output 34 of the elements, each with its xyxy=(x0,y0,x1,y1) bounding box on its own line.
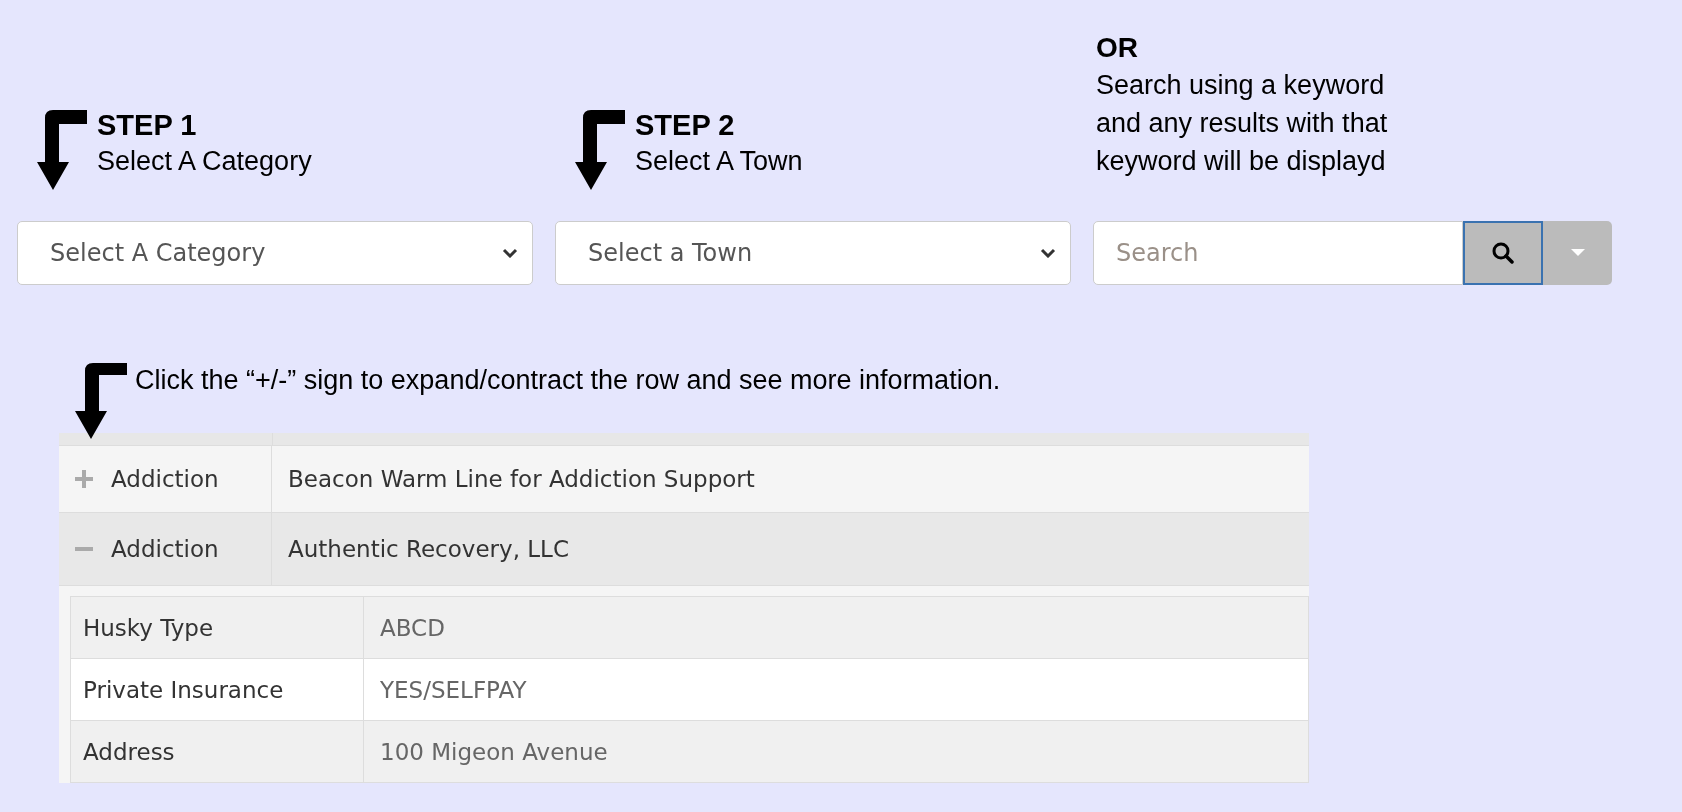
chevron-down-icon xyxy=(502,248,518,258)
detail-value: ABCD xyxy=(380,614,445,641)
bent-arrow-icon xyxy=(75,363,127,439)
detail-label: Husky Type xyxy=(83,614,214,641)
search-hint-text: Search using a keyword xyxy=(1096,69,1386,102)
bent-arrow-icon xyxy=(37,110,87,190)
detail-label: Private Insurance xyxy=(83,676,284,703)
search-hint-text: keyword will be displayd xyxy=(1096,145,1387,178)
or-title: OR xyxy=(1096,31,1139,65)
detail-value: 100 Migeon Avenue xyxy=(380,738,608,765)
detail-value: YES/SELFPAY xyxy=(380,676,527,703)
dropdown-toggle-button[interactable] xyxy=(1543,221,1612,285)
table-cell: Addiction xyxy=(111,466,219,492)
search-icon xyxy=(1491,241,1515,265)
table-row[interactable]: Addiction Beacon Warm Line for Addiction Support xyxy=(59,446,1309,513)
dropdown-field[interactable]: Select a Town xyxy=(555,221,1071,285)
step-text: Select A Category xyxy=(97,145,312,178)
search-hint-text: and any results with that xyxy=(1096,107,1389,140)
table-cell: Beacon Warm Line for Addiction Support xyxy=(288,466,755,492)
step-text: Select A Town xyxy=(635,145,803,178)
chevron-down-icon xyxy=(1040,248,1056,258)
detail-label: Address xyxy=(83,738,175,765)
dropdown-field[interactable]: Select A Category xyxy=(17,221,533,285)
table-cell: Addiction xyxy=(111,536,219,562)
caret-icon xyxy=(1570,249,1585,257)
bent-arrow-icon xyxy=(575,110,625,190)
table-row[interactable]: Addiction Authentic Recovery, LLC xyxy=(59,513,1309,586)
search-button[interactable] xyxy=(1463,221,1543,285)
search-field[interactable]: Search xyxy=(1093,221,1463,285)
instruction-text: Click the “+/-” sign to expand/contract the row and see more information. xyxy=(135,365,1001,395)
plus-icon[interactable] xyxy=(75,470,93,488)
step-title: STEP 1 xyxy=(97,108,198,142)
step-title: STEP 2 xyxy=(635,108,736,142)
table-cell: Authentic Recovery, LLC xyxy=(288,536,569,562)
